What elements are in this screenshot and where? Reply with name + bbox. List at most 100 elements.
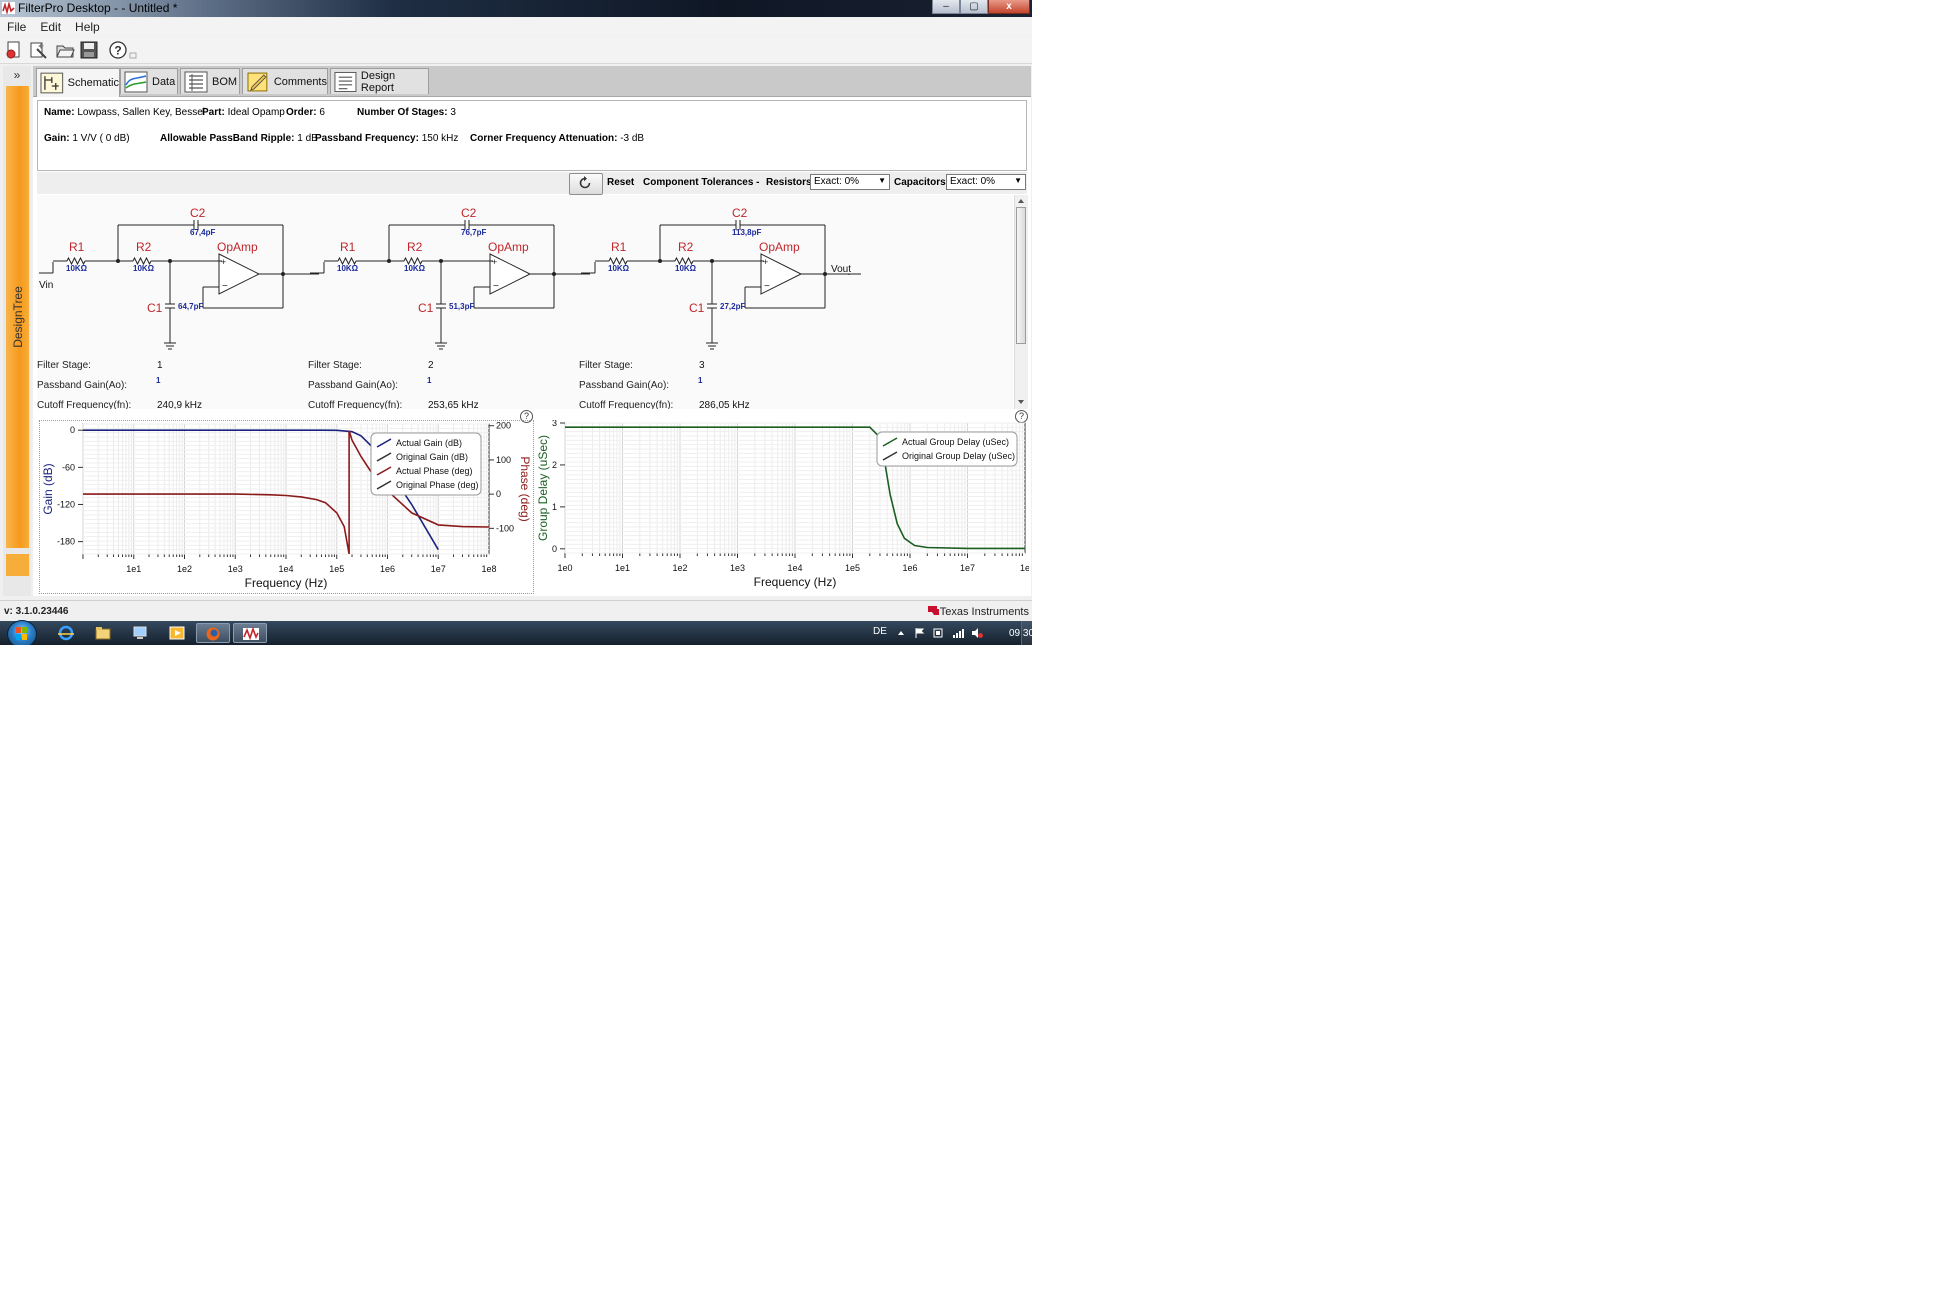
texas-instruments-logo-icon (928, 606, 939, 615)
explorer-icon (95, 627, 111, 640)
design-tree-swatch[interactable] (6, 554, 29, 576)
passband-gain-label: Passband Gain(Ao): (308, 380, 399, 391)
action-center-flag-icon[interactable] (914, 627, 926, 639)
scroll-down-icon[interactable] (1015, 396, 1027, 408)
y-tick-label: -180 (57, 537, 75, 547)
taskbar-firefox[interactable] (196, 623, 230, 643)
x-tick-label: 1e7 (960, 563, 975, 573)
opamp-plus-input: + (492, 257, 497, 267)
tab-comments[interactable]: Comments (242, 68, 328, 94)
c1-value: 27,2pF (720, 302, 746, 311)
c2-label: C2 (461, 206, 477, 220)
tab-strip: Schematic Data BOM Comments Design Repor… (33, 66, 1031, 97)
design-report-icon (334, 71, 357, 92)
show-hidden-icons-icon[interactable] (895, 627, 907, 639)
taskbar-explorer[interactable] (86, 623, 120, 643)
new-wizard-icon[interactable] (28, 40, 48, 60)
c2-label: C2 (732, 206, 748, 220)
reset-button[interactable] (569, 173, 603, 195)
expand-panel-button[interactable]: » (6, 68, 28, 84)
chart-legend: Actual Group Delay (uSec) Original Group … (876, 431, 1018, 467)
reset-label[interactable]: Reset (607, 177, 634, 188)
junction-dot (281, 272, 285, 276)
network-signal-icon[interactable] (952, 627, 964, 639)
tab-schematic[interactable]: Schematic (36, 68, 120, 97)
minimize-button[interactable]: ‒ (932, 0, 960, 14)
start-button[interactable] (7, 620, 37, 645)
resistors-tolerance-select[interactable]: Exact: 0% ▼ (810, 174, 890, 190)
x-tick-label: 1e2 (672, 563, 687, 573)
tab-design-report[interactable]: Design Report (330, 68, 429, 94)
ground-symbol (435, 342, 447, 350)
capacitors-tolerance-select[interactable]: Exact: 0% ▼ (946, 174, 1026, 190)
cutoff-frequency-value: 286,05 kHz (699, 400, 750, 409)
taskbar-ie[interactable] (49, 623, 83, 643)
x-tick-label: 1e1 (615, 563, 630, 573)
windows-logo-icon (16, 627, 27, 640)
component-tolerances-label: Component Tolerances - (643, 177, 760, 188)
vendor-label: Texas Instruments (939, 606, 1029, 618)
gain-phase-chart: 1e1 1e2 1e3 1e4 1e5 1e6 1e7 1e8 0 -60 -120 -180 200 1… (41, 421, 532, 590)
input-language[interactable]: DE (873, 626, 887, 637)
x-tick-label: 1e4 (278, 564, 293, 574)
network-icon (133, 626, 147, 639)
tab-data[interactable]: Data (120, 68, 178, 94)
taskbar-filterpro[interactable] (233, 623, 267, 643)
show-desktop-button[interactable] (1021, 621, 1032, 645)
y-tick-label: 0 (70, 425, 75, 435)
passband-gain-label: Passband Gain(Ao): (579, 380, 670, 391)
opamp-plus-input: + (221, 257, 226, 267)
taskbar-network[interactable] (123, 623, 157, 643)
y-tick-label: 3 (552, 420, 557, 428)
schematic-scrollbar[interactable] (1014, 195, 1028, 409)
menu-help[interactable]: Help (68, 18, 107, 36)
group-delay-chart: 1e0 1e1 1e2 1e3 1e4 1e5 1e6 1e7 1e3210Frequency … (536, 418, 1030, 589)
ground-symbol (706, 342, 718, 350)
y-tick-label: -120 (57, 499, 75, 509)
maximize-button[interactable]: ▢ (960, 0, 988, 14)
filter-stage-value: 1 (157, 360, 163, 371)
menu-file[interactable]: File (0, 18, 33, 36)
scrollbar-thumb[interactable] (1016, 207, 1026, 344)
legend-entry: Original Group Delay (uSec) (902, 451, 1015, 461)
gain-phase-plot: 1e1 1e2 1e3 1e4 1e5 1e6 1e7 1e8 0 -60 -120 -180 200 1… (39, 420, 534, 594)
tab-label: Data (152, 75, 176, 88)
design-tree-tab[interactable]: DesignTree (6, 86, 29, 548)
design-tree-label: DesignTree (10, 286, 25, 348)
filter-stage-label: Filter Stage: (308, 360, 362, 371)
open-folder-icon[interactable] (55, 40, 75, 60)
new-design-icon[interactable] (4, 40, 24, 60)
menu-edit[interactable]: Edit (33, 18, 68, 36)
r2-value: 10KΩ (133, 264, 155, 273)
summary-corner: Corner Frequency Attenuation: -3 dB (470, 133, 645, 144)
help-icon[interactable]: ? (108, 40, 128, 60)
summary-ripple: Allowable PassBand Ripple: 1 dB (160, 133, 318, 144)
filter-stage-value: 2 (428, 360, 434, 371)
ie-icon (58, 625, 74, 641)
ground-symbol (164, 342, 176, 350)
bom-icon (184, 71, 208, 92)
r1-value: 10KΩ (337, 264, 359, 273)
taskbar: DE 09:30 (0, 620, 1032, 645)
save-icon[interactable] (79, 40, 99, 60)
volume-muted-icon[interactable] (971, 627, 983, 639)
system-tray: DE 09:30 (832, 621, 1032, 645)
schematic-canvas: + − + − + − R1 R2 C2 C1 OpAmp 10KΩ 10KΩ 67,4pF 64,7pF… (37, 195, 1013, 409)
tab-bom[interactable]: BOM (180, 68, 240, 94)
close-button[interactable]: x (988, 0, 1030, 14)
device-icon[interactable] (932, 627, 944, 639)
legend-entry: Actual Gain (dB) (396, 438, 462, 448)
tab-label: Comments (273, 75, 327, 88)
taskbar-media[interactable] (160, 623, 194, 643)
c1-value: 64,7pF (178, 302, 204, 311)
vin-label: Vin (39, 280, 54, 291)
filterpro-app-icon (2, 2, 15, 14)
summary-gain: Gain: 1 V/V ( 0 dB) (44, 133, 130, 144)
r1-value: 10KΩ (66, 264, 88, 273)
scroll-up-icon[interactable] (1015, 195, 1027, 207)
x-tick-label: 1e4 (787, 563, 802, 573)
capacitors-label: Capacitors (894, 177, 946, 188)
y2-tick-label: 200 (496, 421, 511, 431)
legend-entry: Actual Group Delay (uSec) (902, 437, 1009, 447)
y-axis-label: Group Delay (uSec) (536, 435, 550, 541)
